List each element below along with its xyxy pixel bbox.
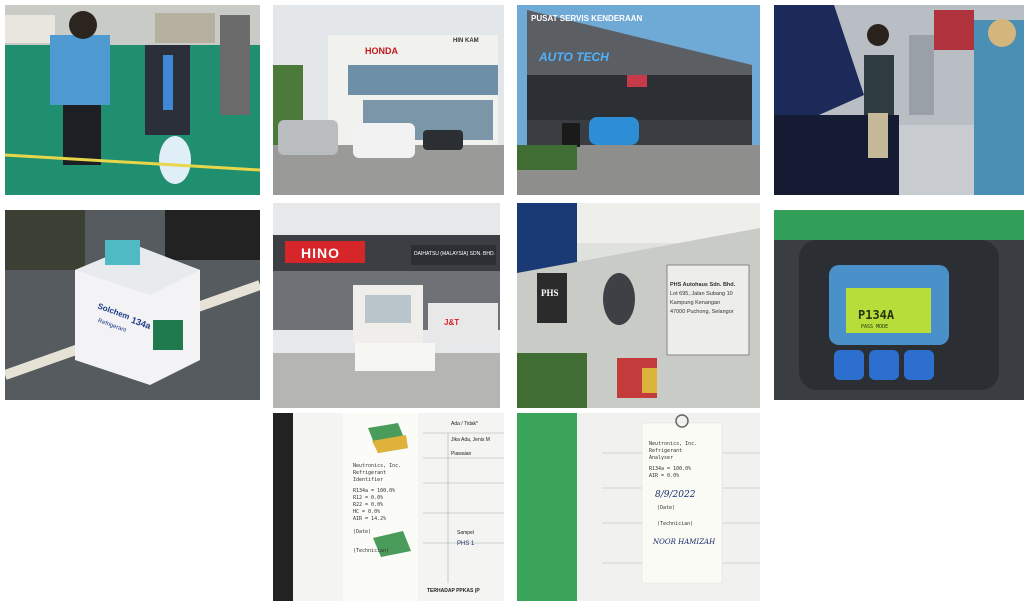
plaque-line-2: Lot 695, Jalan Subang 10 xyxy=(670,291,733,297)
form-header-4: Sampel xyxy=(457,530,474,536)
form-header-1: Ada / Tidak* xyxy=(451,421,478,427)
analyser-name: NOOR HAMIZAH xyxy=(653,538,716,546)
plaque: PHS Autohaus Sdn. Bhd. Lot 695, Jalan Su… xyxy=(670,281,750,317)
analyser-date-label: (Date) xyxy=(657,505,676,511)
hin-kam-sign: HIN KAM xyxy=(453,38,479,44)
form-header-3: Piawaian xyxy=(451,451,472,457)
photo-honda-dealership: HONDA HIN KAM xyxy=(273,5,504,195)
plaque-line-4: 47000 Puchong, Selangor xyxy=(670,309,734,315)
printout-row-4: HC = 0.0% xyxy=(353,509,381,515)
analyser-title-1: Neutronics, Inc. xyxy=(649,441,698,447)
analyser-date-value: 8/9/2022 xyxy=(655,490,696,500)
photo-analyser-printout: Neutronics, Inc. Refrigerant Analyser R1… xyxy=(517,413,760,601)
form-footer: TERHADAP PPKAS (P xyxy=(427,588,480,594)
analyser-title-3: Analyser xyxy=(649,455,674,461)
photo-identifier-printout-form: Neutronics, Inc. Refrigerant Identifier … xyxy=(273,413,504,601)
analyser-tech-label: (Technician) xyxy=(657,521,694,527)
photo-workshop-inspection xyxy=(774,5,1024,195)
printout-tech: (Technician) xyxy=(353,548,390,554)
hino-sign: HINO xyxy=(301,245,340,261)
analyser-row-1: R134a = 100.0% xyxy=(649,466,692,472)
screen-label: P134A xyxy=(858,308,895,322)
printout-title-1: Neutronics, Inc. xyxy=(353,463,402,469)
printout-title-2: Refrigerant xyxy=(353,470,387,476)
printout-row-2: R12 = 0.0% xyxy=(353,495,384,501)
daihatsu-sign: DAIHATSU (MALAYSIA) SDN. BHD. xyxy=(414,251,495,257)
photo-autotech-service-centre: PUSAT SERVIS KENDERAAN AUTO TECH xyxy=(517,5,760,195)
screen-sub: PASS MODE xyxy=(861,324,889,330)
service-centre-sign: PUSAT SERVIS KENDERAAN xyxy=(531,14,643,23)
printout-row-5: AIR = 14.2% xyxy=(353,516,387,522)
photo-technician-refrigerant-machine xyxy=(5,5,260,195)
printout-row-3: R22 = 0.0% xyxy=(353,502,384,508)
autotech-logo: AUTO TECH xyxy=(539,50,609,64)
plaque-line-3: Kampung Kenangan xyxy=(670,300,721,306)
printout-date: (Date) xyxy=(353,529,372,535)
photo-solchem-134a-box: Solchem 134a Refrigerant xyxy=(5,210,260,400)
photo-phs-autohaus-wall: PHS PHS Autohaus Sdn. Bhd. Lot 695, Jala… xyxy=(517,203,760,408)
form-header-2: Jika Ada, Jenis M xyxy=(451,437,490,443)
form-header-5: PHS 1 xyxy=(457,541,475,547)
photo-refrigerant-identifier-screen: P134A PASS MODE xyxy=(774,210,1024,400)
analyser-row-2: AIR = 0.0% xyxy=(649,473,680,479)
truck-label: J&T xyxy=(444,318,460,327)
analyser-printout: Neutronics, Inc. Refrigerant Analyser R1… xyxy=(649,441,721,480)
printout: Neutronics, Inc. Refrigerant Identifier … xyxy=(353,463,417,555)
phs-logo: PHS xyxy=(541,288,559,298)
analyser-title-2: Refrigerant xyxy=(649,448,683,454)
printout-row-1: R134a = 100.0% xyxy=(353,488,396,494)
printout-title-3: Identifier xyxy=(353,477,384,483)
photo-hino-daihatsu-building: HINO DAIHATSU (MALAYSIA) SDN. BHD. J&T xyxy=(273,203,500,408)
honda-sign: HONDA xyxy=(365,46,398,56)
plaque-line-1: PHS Autohaus Sdn. Bhd. xyxy=(670,282,736,288)
